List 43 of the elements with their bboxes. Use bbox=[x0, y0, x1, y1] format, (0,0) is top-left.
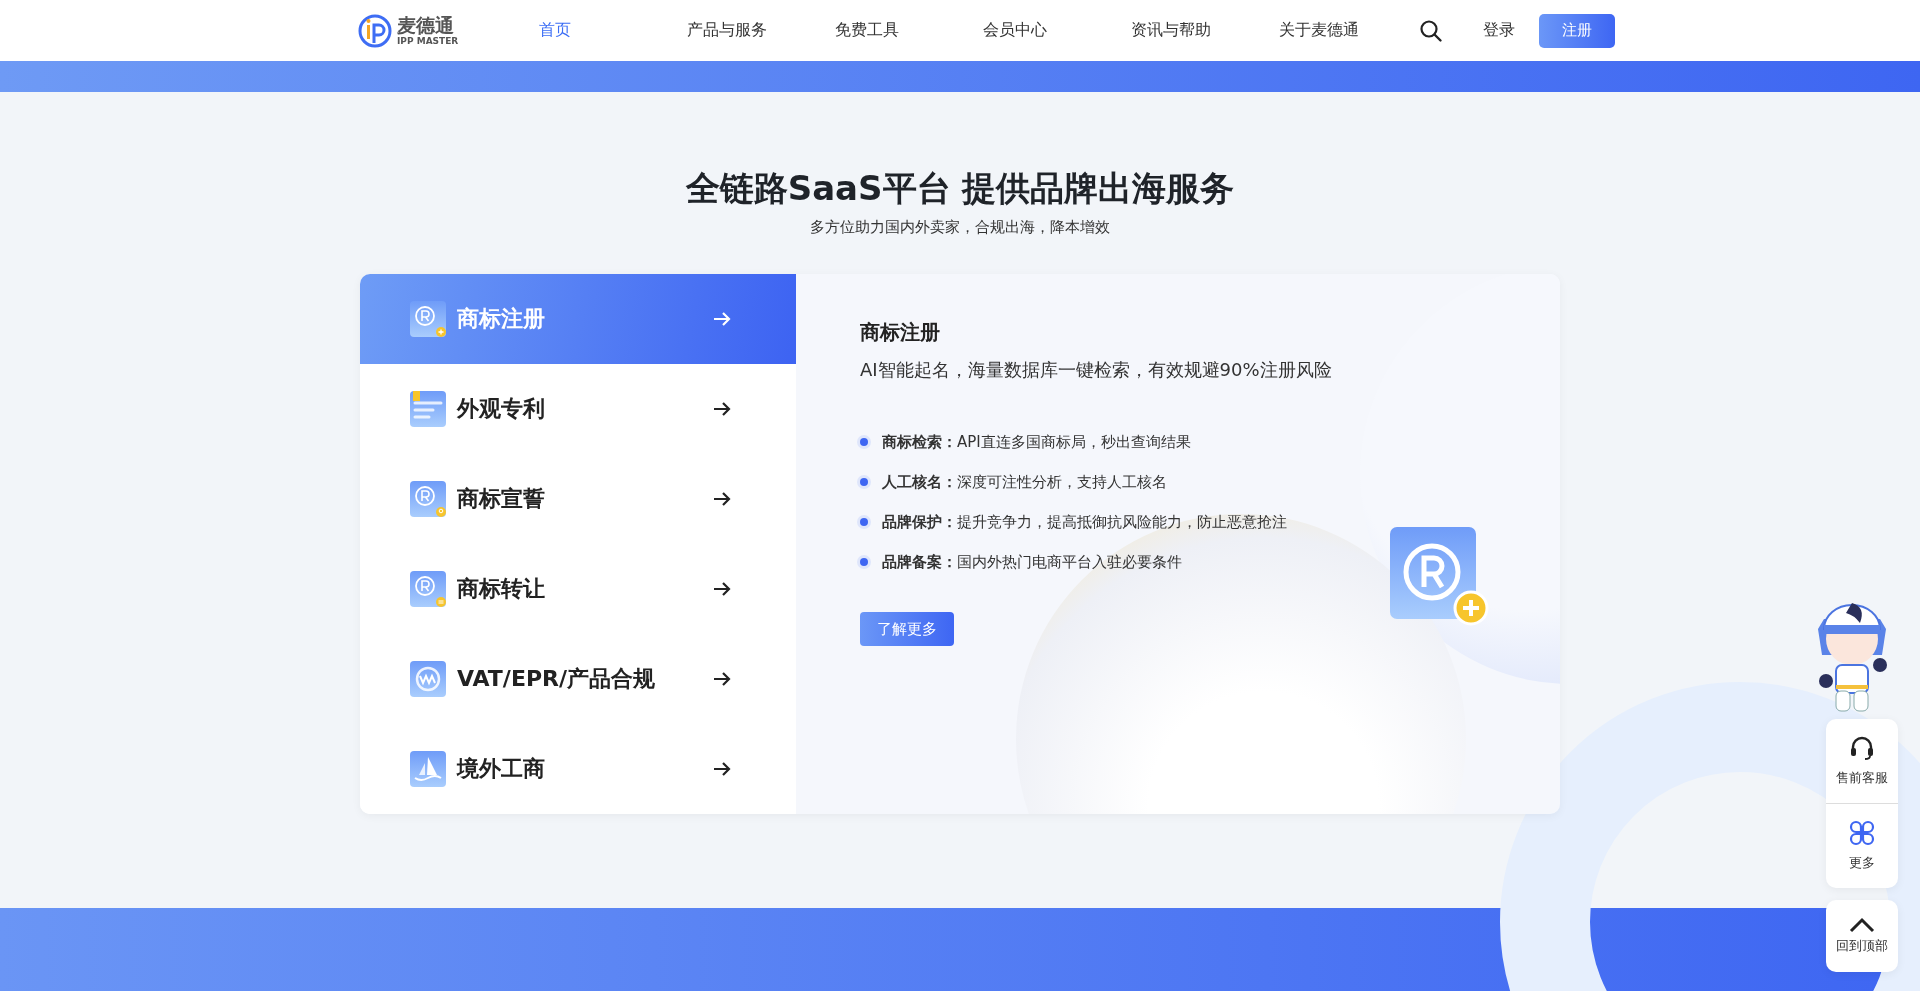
arrow-right-icon bbox=[713, 761, 731, 777]
section-subtitle: 多方位助力国内外卖家，合规出海，降本增效 bbox=[810, 218, 1110, 237]
bullet-dot bbox=[860, 518, 868, 526]
arrow-right-icon bbox=[713, 401, 731, 417]
trademark-add-icon bbox=[410, 300, 447, 338]
detail-title: 商标注册 bbox=[860, 319, 941, 346]
trademark-transfer-icon bbox=[410, 570, 447, 608]
nav-link[interactable]: 会员中心 bbox=[975, 20, 1123, 41]
arrow-right-icon bbox=[713, 671, 731, 687]
arrow-right-icon bbox=[713, 491, 731, 507]
detail-description: AI智能起名，海量数据库一键检索，有效规避90%注册风险 bbox=[860, 358, 1333, 382]
learn-more-button[interactable]: 了解更多 bbox=[860, 612, 954, 646]
search-icon[interactable] bbox=[1419, 18, 1443, 43]
arrow-right-icon bbox=[713, 581, 731, 597]
feature-text: 商标检索：API直连多国商标局，秒出查询结果 bbox=[882, 432, 1191, 452]
floating-item[interactable]: 更多 bbox=[1826, 803, 1898, 888]
vm-logo-icon bbox=[410, 660, 447, 698]
feature-text: 品牌备案：国内外热门电商平台入驻必要条件 bbox=[882, 552, 1182, 572]
bullet-dot bbox=[860, 558, 868, 566]
trademark-person-icon bbox=[410, 480, 447, 518]
feature-text: 品牌保护：提升竞争力，提高抵御抗风险能力，防止恶意抢注 bbox=[882, 512, 1287, 532]
nav-link[interactable]: 资讯与帮助 bbox=[1123, 20, 1271, 41]
register-button[interactable]: 注册 bbox=[1539, 13, 1615, 48]
nav-link[interactable]: 免费工具 bbox=[827, 20, 975, 41]
floating-item[interactable]: 售前客服 bbox=[1826, 719, 1898, 803]
feature-text: 人工核名：深度可注性分析，支持人工核名 bbox=[882, 472, 1167, 492]
headset-icon bbox=[1849, 735, 1875, 761]
sailboat-icon bbox=[410, 750, 447, 788]
login-link[interactable]: 登录 bbox=[1483, 20, 1515, 41]
bullet-dot bbox=[860, 438, 868, 446]
section-title: 全链路SaaS平台 提供品牌出海服务 bbox=[685, 167, 1235, 210]
arrow-right-icon bbox=[713, 311, 731, 327]
logo-subtitle: IPP MASTER bbox=[397, 36, 459, 46]
bullet-dot bbox=[860, 478, 868, 486]
logo-icon bbox=[357, 12, 393, 49]
nav-link[interactable]: 产品与服务 bbox=[679, 20, 827, 41]
document-icon bbox=[410, 390, 447, 428]
grid-icon bbox=[1849, 820, 1875, 846]
back-to-top-button[interactable]: 回到顶部 bbox=[1826, 900, 1898, 972]
nav-link[interactable]: 首页 bbox=[531, 20, 679, 41]
chevron-up-icon bbox=[1849, 917, 1875, 933]
logo-name: 麦德通 bbox=[397, 15, 455, 35]
nav-link[interactable]: 关于麦德通 bbox=[1271, 20, 1419, 41]
